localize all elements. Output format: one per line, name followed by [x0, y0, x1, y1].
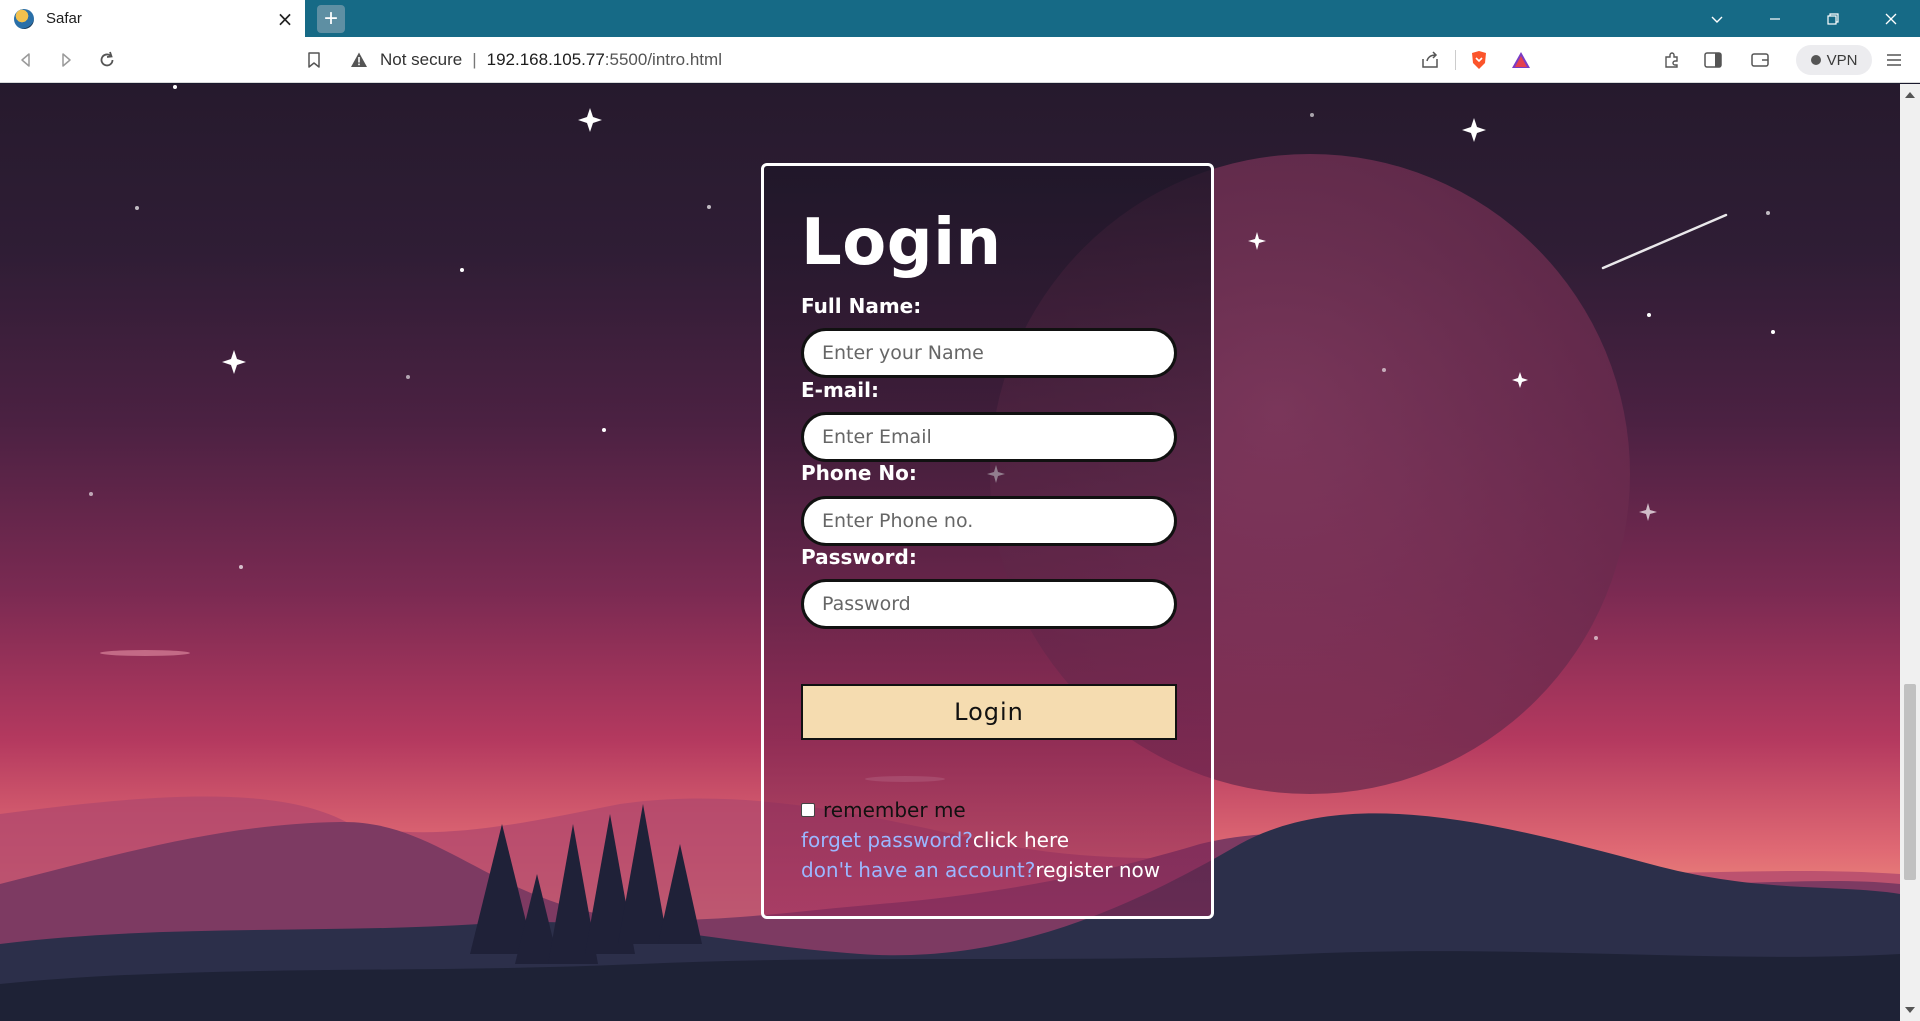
phone-input[interactable]: [801, 496, 1177, 546]
password-label: Password:: [801, 545, 917, 569]
brave-shield-icon[interactable]: [1467, 48, 1491, 72]
vpn-status-icon: [1810, 55, 1821, 65]
extensions-icon[interactable]: [1660, 48, 1684, 72]
remember-me-label: remember me: [823, 798, 966, 822]
password-input[interactable]: [801, 579, 1177, 629]
tab-close-icon[interactable]: ×: [271, 9, 299, 29]
address-separator: |: [472, 50, 477, 69]
menu-icon[interactable]: [1882, 48, 1906, 72]
register-link[interactable]: register now: [1035, 858, 1160, 882]
email-label: E-mail:: [801, 378, 880, 402]
register-row: don't have an account?register now: [801, 858, 1160, 882]
tab-list-chevron-icon[interactable]: [1688, 0, 1746, 37]
reload-icon[interactable]: [95, 48, 119, 72]
tab-strip: Safar × +: [0, 0, 1920, 37]
browser-tab[interactable]: Safar ×: [0, 0, 305, 37]
email-input[interactable]: [801, 412, 1177, 462]
sidebar-toggle-icon[interactable]: [1701, 48, 1725, 72]
scroll-up-icon[interactable]: [1905, 92, 1915, 98]
browser-toolbar: Not secure | 192.168.105.77 :5500/intro.…: [0, 37, 1920, 83]
address-bar[interactable]: Not secure | 192.168.105.77 :5500/intro.…: [350, 37, 722, 83]
share-icon[interactable]: [1418, 48, 1442, 72]
close-window-icon[interactable]: [1862, 0, 1920, 37]
shooting-star: [1601, 213, 1728, 270]
full-name-label: Full Name:: [801, 294, 922, 318]
forward-icon[interactable]: [54, 48, 78, 72]
register-text: don't have an account?: [801, 858, 1036, 882]
brave-rewards-icon[interactable]: [1509, 48, 1533, 72]
remember-me-checkbox[interactable]: [801, 803, 815, 817]
scroll-down-icon[interactable]: [1905, 1007, 1915, 1013]
window-controls: [1688, 0, 1920, 37]
site-favicon-icon: [14, 8, 34, 29]
url-host: 192.168.105.77: [486, 50, 605, 69]
warning-icon: [351, 52, 367, 67]
scrollbar-thumb[interactable]: [1904, 684, 1916, 880]
page-scrollbar[interactable]: [1900, 84, 1920, 1021]
wallet-icon[interactable]: [1748, 48, 1772, 72]
new-tab-button[interactable]: +: [317, 5, 345, 33]
login-title: Login: [801, 206, 1002, 280]
security-status: Not secure: [380, 50, 463, 69]
restore-icon[interactable]: [1804, 0, 1862, 37]
vpn-label: VPN: [1826, 51, 1858, 69]
tab-title: Safar: [46, 10, 82, 27]
forgot-password-row: forget password?click here: [801, 828, 1069, 852]
login-button[interactable]: Login: [801, 684, 1177, 740]
remember-me-row: remember me: [801, 798, 966, 822]
full-name-input[interactable]: [801, 328, 1177, 378]
login-card: Login Full Name: E-mail: Phone No: Passw…: [761, 163, 1214, 919]
url-path: :5500/intro.html: [604, 50, 722, 69]
page-viewport: Login Full Name: E-mail: Phone No: Passw…: [0, 84, 1900, 1021]
bookmark-icon[interactable]: [302, 48, 326, 72]
vpn-button[interactable]: VPN: [1796, 45, 1872, 75]
phone-label: Phone No:: [801, 461, 917, 485]
minimize-icon[interactable]: [1746, 0, 1804, 37]
forgot-password-text: forget password?: [801, 828, 973, 852]
forgot-password-link[interactable]: click here: [973, 828, 1069, 852]
back-icon[interactable]: [14, 48, 38, 72]
toolbar-divider: [1455, 50, 1456, 70]
